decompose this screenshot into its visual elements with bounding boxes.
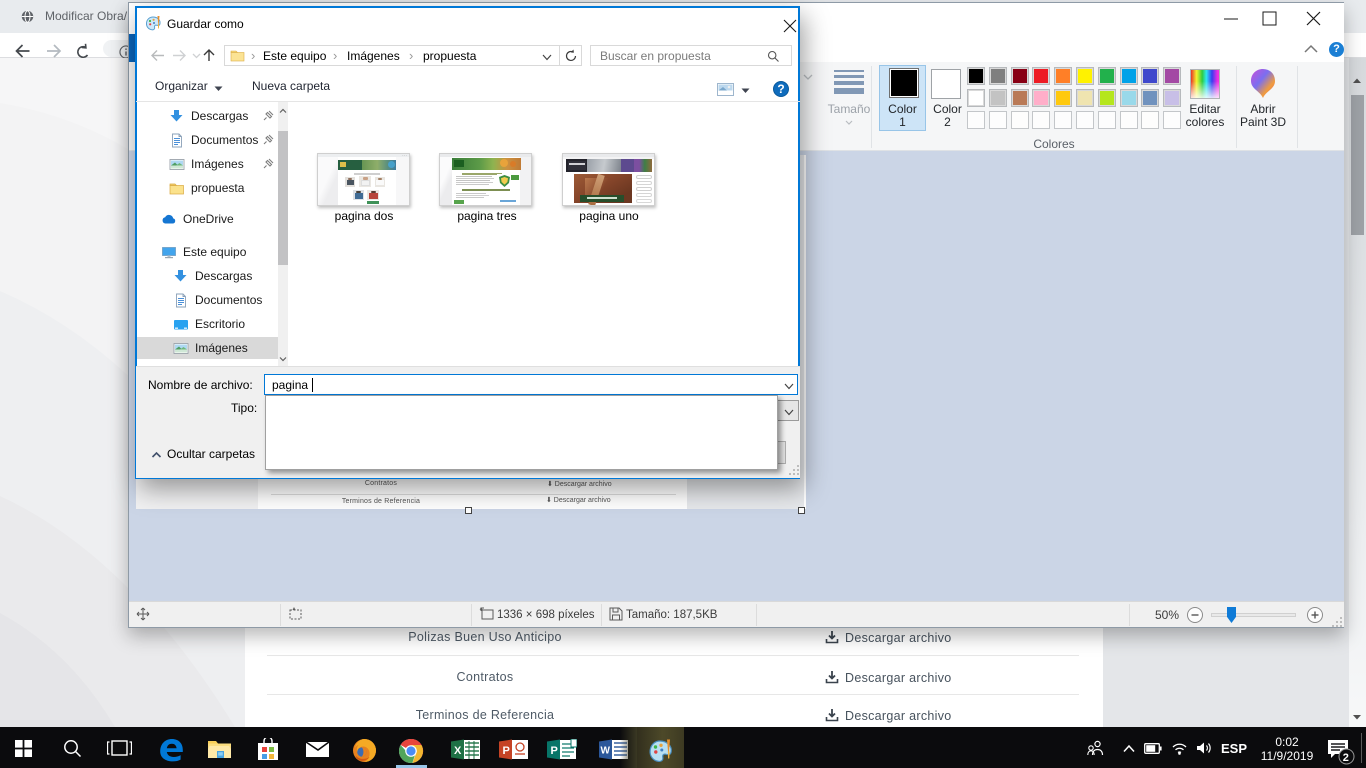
svg-text:2: 2	[1343, 752, 1349, 764]
svg-text:P: P	[503, 745, 510, 757]
svg-text:X: X	[454, 745, 462, 757]
svg-text:P: P	[551, 745, 558, 757]
svg-text:W: W	[601, 746, 611, 757]
